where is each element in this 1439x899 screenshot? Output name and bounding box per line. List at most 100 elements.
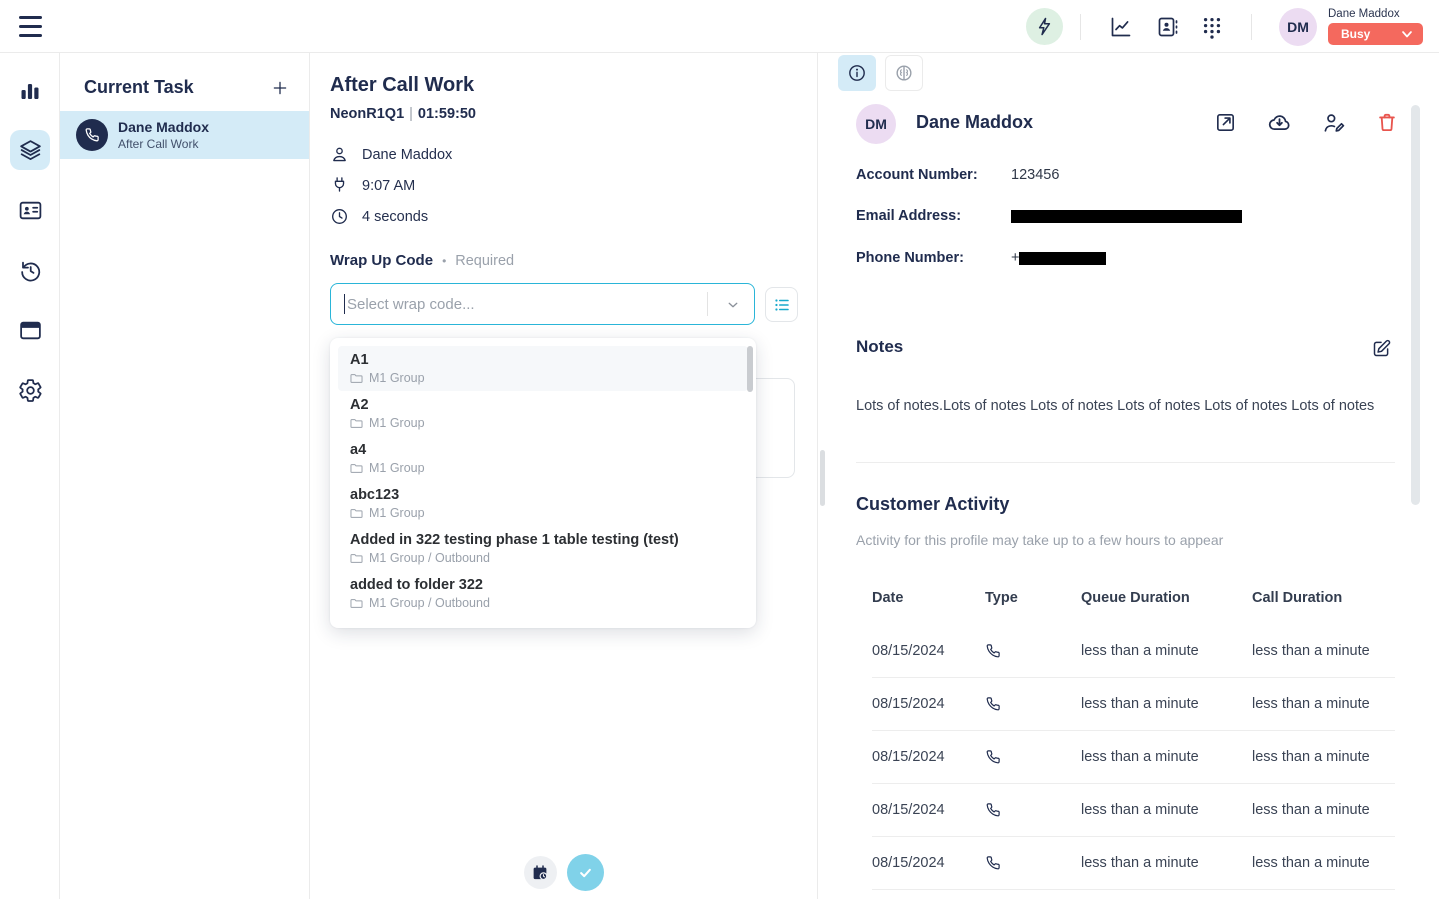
hamburger-menu-icon[interactable]: [19, 16, 42, 37]
lightning-icon: [1034, 16, 1055, 37]
tab-ai-insights[interactable]: [885, 55, 923, 91]
contacts-book-icon[interactable]: [1155, 15, 1179, 39]
redaction-bar: [1019, 252, 1106, 265]
chevron-down-icon: [1401, 30, 1413, 39]
task-status: After Call Work: [118, 137, 209, 151]
table-row[interactable]: 08/15/2024 less than a minute less than …: [872, 678, 1395, 731]
left-nav-rail: [0, 53, 60, 899]
separator: |: [404, 106, 418, 122]
person-icon: [330, 145, 349, 164]
table-row[interactable]: 08/15/2024 less than a minute less than …: [872, 731, 1395, 784]
delete-contact-trash-icon[interactable]: [1376, 111, 1398, 134]
wrap-code-option[interactable]: added to folder 322 M1 Group / Outbound: [338, 571, 748, 616]
chevron-down-icon[interactable]: [726, 298, 740, 312]
wrap-code-option[interactable]: A2 M1 Group: [338, 391, 748, 436]
nav-analytics-icon[interactable]: [10, 72, 50, 112]
notes-content: Lots of notes.Lots of notes Lots of note…: [856, 396, 1401, 416]
contact-panel-tabs: [838, 55, 923, 91]
required-bullet: •: [442, 254, 446, 268]
column-header-queue-duration: Queue Duration: [1081, 590, 1252, 606]
phone-call-icon: [985, 643, 1081, 660]
plug-icon: [330, 176, 349, 195]
nav-tasks-icon[interactable]: [10, 130, 50, 170]
email-address-row: Email Address:: [856, 208, 1242, 224]
user-status-box: Dane Maddox Busy: [1328, 8, 1423, 45]
nav-contacts-icon[interactable]: [10, 190, 50, 230]
call-duration: less than a minute: [1252, 855, 1395, 871]
duration-value: 4 seconds: [362, 209, 428, 225]
account-number-value: 123456: [1011, 167, 1059, 183]
tab-contact-info[interactable]: [838, 55, 876, 91]
start-time-value: 9:07 AM: [362, 178, 415, 194]
status-label: Busy: [1341, 27, 1370, 41]
download-cloud-icon[interactable]: [1267, 110, 1292, 135]
open-external-icon[interactable]: [1214, 111, 1237, 134]
duration-row: 4 seconds: [330, 207, 428, 226]
wrap-code-option[interactable]: Added in 322 testing phase 1 table testi…: [338, 526, 748, 571]
contact-avatar: DM: [856, 104, 896, 144]
edit-notes-icon[interactable]: [1371, 338, 1392, 359]
customer-activity-table: Date Type Queue Duration Call Duration 0…: [856, 570, 1395, 890]
nav-history-icon[interactable]: [10, 250, 50, 290]
queue-and-timer: NeonR1Q1|01:59:50: [330, 106, 476, 122]
phone-call-icon: [985, 855, 1081, 872]
panel-title: After Call Work: [330, 74, 474, 97]
activity-date: 08/15/2024: [872, 749, 985, 765]
section-divider: [856, 462, 1395, 463]
status-dropdown-button[interactable]: Busy: [1328, 23, 1423, 45]
dialpad-icon[interactable]: [1201, 15, 1223, 39]
queue-duration: less than a minute: [1081, 802, 1252, 818]
activity-date: 08/15/2024: [872, 643, 985, 659]
phone-number-row: Phone Number: +: [856, 250, 1106, 266]
after-call-work-panel: After Call Work NeonR1Q1|01:59:50 Dane M…: [310, 53, 818, 899]
nav-settings-gear-icon[interactable]: [10, 370, 50, 410]
table-row[interactable]: 08/15/2024 less than a minute less than …: [872, 837, 1395, 890]
brain-icon: [894, 63, 914, 83]
reporting-chart-icon[interactable]: [1109, 15, 1133, 39]
user-avatar[interactable]: DM: [1279, 8, 1317, 46]
edit-contact-icon[interactable]: [1322, 111, 1346, 135]
topbar-divider: [1251, 14, 1252, 40]
dropdown-scrollbar[interactable]: [747, 346, 753, 392]
browse-wrap-codes-button[interactable]: [765, 287, 798, 322]
complete-task-button[interactable]: [567, 854, 604, 891]
add-task-button[interactable]: [271, 79, 289, 97]
quick-actions-button[interactable]: [1026, 8, 1063, 45]
customer-activity-subtitle: Activity for this profile may take up to…: [856, 532, 1223, 548]
wrap-code-select-input[interactable]: Select wrap code...: [330, 283, 755, 325]
schedule-callback-button[interactable]: [524, 856, 557, 889]
column-header-call-duration: Call Duration: [1252, 590, 1395, 606]
folder-icon: [350, 372, 363, 385]
list-icon: [773, 296, 791, 314]
phone-call-icon: [985, 749, 1081, 766]
wrap-up-code-label: Wrap Up Code: [330, 252, 433, 269]
queue-name: NeonR1Q1: [330, 106, 404, 122]
notes-title: Notes: [856, 337, 903, 357]
wrap-code-option[interactable]: a4 M1 Group: [338, 436, 748, 481]
queue-duration: less than a minute: [1081, 749, 1252, 765]
task-phone-avatar: [76, 119, 108, 151]
right-panel-scrollbar[interactable]: [1411, 105, 1420, 505]
folder-icon: [350, 552, 363, 565]
folder-icon: [350, 507, 363, 520]
table-row[interactable]: 08/15/2024 less than a minute less than …: [872, 784, 1395, 837]
wrap-code-option[interactable]: abc123 M1 Group: [338, 481, 748, 526]
main-panel-scrollbar[interactable]: [820, 450, 825, 506]
wrap-code-option[interactable]: A1 M1 Group: [338, 346, 748, 391]
text-caret: [344, 294, 345, 314]
queue-duration: less than a minute: [1081, 643, 1252, 659]
phone-number-value: +: [1011, 250, 1106, 266]
contact-name-value: Dane Maddox: [362, 147, 452, 163]
table-row[interactable]: 08/15/2024 less than a minute less than …: [872, 625, 1395, 678]
wrap-code-placeholder: Select wrap code...: [347, 296, 475, 313]
start-time-row: 9:07 AM: [330, 176, 415, 195]
task-list-item[interactable]: Dane Maddox After Call Work: [60, 111, 309, 159]
call-duration: less than a minute: [1252, 696, 1395, 712]
phone-call-icon: [985, 696, 1081, 713]
nav-browser-icon[interactable]: [10, 310, 50, 350]
column-header-type: Type: [985, 590, 1081, 606]
top-bar: DM Dane Maddox Busy: [0, 0, 1439, 53]
task-timer: 01:59:50: [418, 106, 476, 122]
contact-name-row: Dane Maddox: [330, 145, 452, 164]
topbar-divider: [1080, 14, 1081, 40]
